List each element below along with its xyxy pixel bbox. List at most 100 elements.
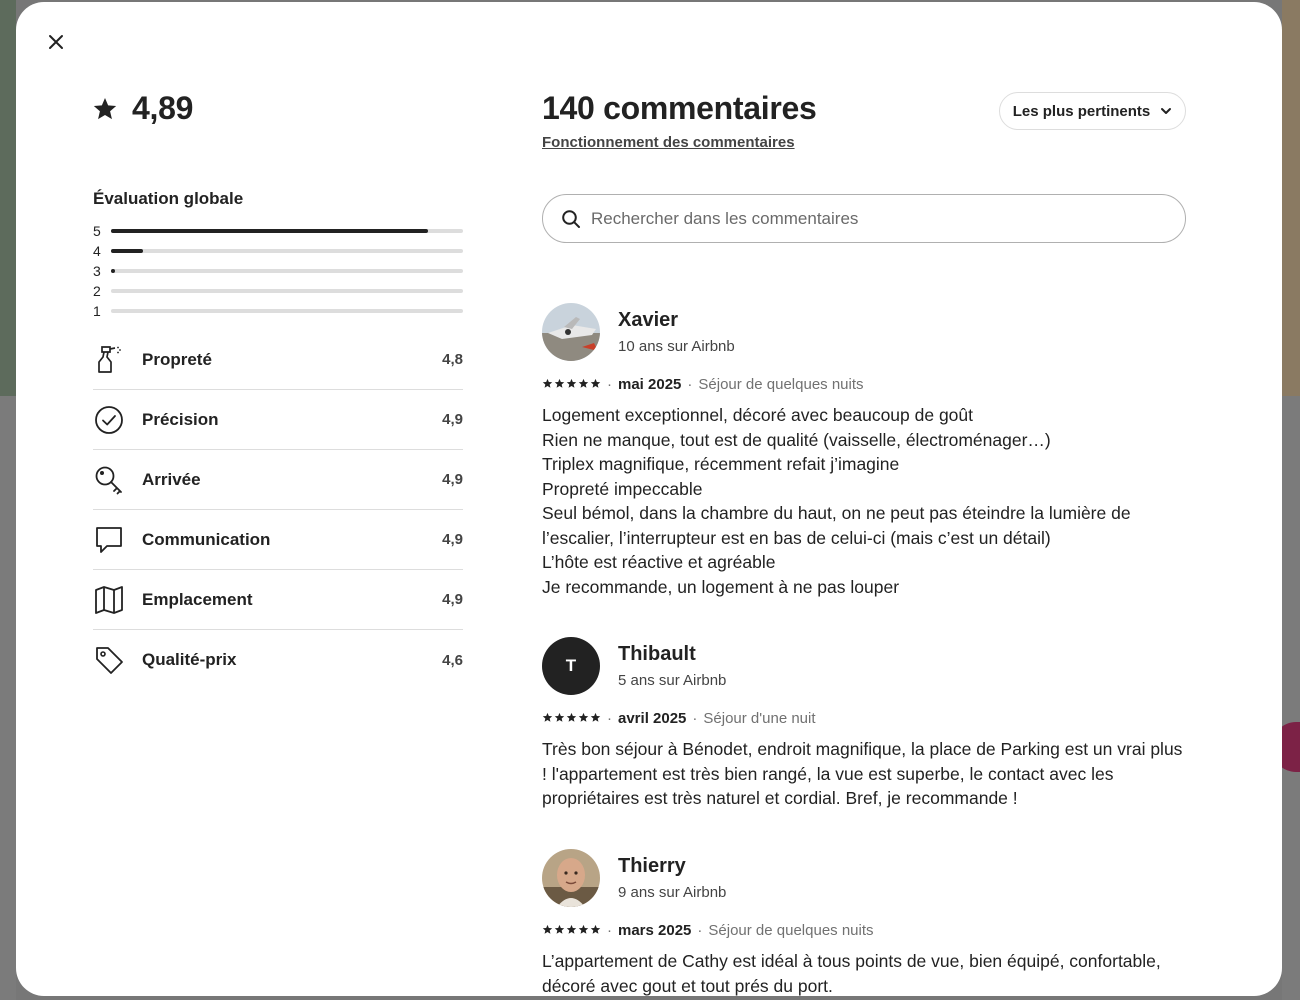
- reviews-count-title: 140 commentaires: [542, 90, 817, 126]
- review-body: Logement exceptionnel, décoré avec beauc…: [542, 403, 1192, 599]
- search-input[interactable]: [591, 208, 1151, 229]
- category-row: Communication 4,9: [93, 510, 463, 570]
- review-text-line: L’appartement de Cathy est idéal à tous …: [542, 951, 1161, 971]
- rating-distribution-bar: [111, 269, 463, 273]
- rating-distribution-label: 4: [93, 243, 101, 259]
- map-icon: [93, 584, 125, 616]
- modal-scrollbar[interactable]: [1280, 98, 1282, 996]
- category-row: Propreté 4,8: [93, 330, 463, 390]
- review-body: L’appartement de Cathy est idéal à tous …: [542, 949, 1192, 996]
- backdrop-content-left: [0, 396, 16, 1000]
- category-label: Qualité-prix: [142, 650, 237, 669]
- separator-dot: ·: [607, 922, 612, 939]
- rating-distribution-row: 1: [93, 301, 463, 321]
- separator-dot: ·: [692, 710, 698, 727]
- rating-summary: 4,89: [92, 90, 193, 127]
- star-icon: [566, 922, 577, 939]
- review-stay-type: Séjour de quelques nuits: [708, 922, 874, 939]
- star-icon: [554, 922, 565, 939]
- star-icon: [554, 710, 565, 727]
- rating-distribution: 5 4 3 2 1: [93, 221, 463, 321]
- separator-dot: ·: [607, 376, 612, 393]
- category-label: Arrivée: [142, 469, 201, 489]
- reviews-modal: 4,89 Évaluation globale 5 4 3 2 1 Propreté 4,…: [16, 2, 1282, 996]
- reviewer-tenure: 10 ans sur Airbnb: [618, 338, 735, 355]
- category-score: 4,9: [442, 471, 463, 488]
- check-circle-icon: [93, 404, 125, 436]
- review-text-line: Logement exceptionnel, décoré avec beauc…: [542, 405, 974, 425]
- review-text-line: Très bon séjour à Bénodet, endroit magni…: [542, 739, 1183, 759]
- review-stars: [542, 376, 601, 393]
- chat-bubble-icon: [93, 524, 125, 556]
- star-icon: [590, 922, 601, 939]
- backdrop-content-right: [1282, 396, 1300, 1000]
- review-header: Thierry 9 ans sur Airbnb: [542, 848, 1192, 908]
- category-score: 4,9: [442, 591, 463, 608]
- category-row: Arrivée 4,9: [93, 450, 463, 510]
- star-icon: [554, 376, 565, 393]
- close-icon: [49, 35, 63, 49]
- avatar[interactable]: [542, 303, 600, 361]
- review-text-line: ! l'appartement est très bien rangé, la …: [542, 763, 1114, 784]
- star-icon: [542, 710, 553, 727]
- category-ratings: Propreté 4,8 Précision 4,9 Arrivée 4,9 Communi…: [93, 330, 463, 690]
- key-icon: [93, 464, 125, 496]
- star-icon: [578, 376, 589, 393]
- price-tag-icon: [93, 644, 125, 676]
- how-reviews-work-link[interactable]: Fonctionnement des commentaires: [542, 134, 795, 151]
- review-item: Xavier 10 ans sur Airbnb · mai 2025 · Séjour …: [542, 302, 1192, 599]
- sort-dropdown[interactable]: Les plus pertinents: [999, 92, 1186, 130]
- avatar[interactable]: T: [542, 637, 600, 695]
- category-row: Qualité-prix 4,6: [93, 630, 463, 690]
- reviewer-tenure: 5 ans sur Airbnb: [618, 672, 727, 689]
- star-icon: [566, 710, 577, 727]
- review-text-line: Rien ne manque, tout est de qualité (vai…: [542, 429, 1051, 450]
- category-row: Emplacement 4,9: [93, 570, 463, 630]
- category-score: 4,9: [442, 411, 463, 428]
- review-text-line: Je recommande, un logement à ne pas loup…: [542, 576, 900, 597]
- rating-distribution-fill: [111, 269, 115, 273]
- star-icon: [566, 376, 577, 393]
- spray-bottle-icon: [93, 344, 125, 376]
- category-label: Communication: [142, 529, 271, 549]
- star-icon: [542, 376, 553, 393]
- backdrop-photo-right: [1282, 0, 1300, 396]
- review-date: mars 2025: [618, 922, 692, 939]
- category-label: Propreté: [142, 349, 212, 369]
- reviewer-name: Thierry: [618, 855, 686, 877]
- review-item: T Thibault 5 ans sur Airbnb · avril 2025 · Séj…: [542, 636, 1192, 811]
- review-text-line: Triplex magnifique, récemment refait j’i…: [542, 454, 900, 474]
- chevron-down-icon: [1161, 108, 1172, 114]
- separator-dot: ·: [687, 376, 693, 393]
- category-score: 4,6: [442, 651, 463, 669]
- category-label: Emplacement: [142, 589, 253, 609]
- rating-distribution-label: 1: [93, 303, 101, 319]
- review-search-box[interactable]: [542, 194, 1186, 243]
- backdrop-photo-left: [0, 0, 16, 396]
- rating-distribution-label: 5: [93, 223, 101, 239]
- review-date: mai 2025: [618, 376, 682, 393]
- overall-rating-title: Évaluation globale: [93, 189, 244, 208]
- review-header: T Thibault 5 ans sur Airbnb: [542, 636, 1192, 696]
- review-text-line: L’hôte est réactive et agréable: [542, 552, 776, 572]
- rating-distribution-fill: [111, 249, 143, 253]
- avatar[interactable]: [542, 849, 600, 907]
- overall-rating: 4,89: [132, 90, 194, 126]
- sort-label: Les plus pertinents: [1012, 102, 1151, 120]
- review-stars: [542, 710, 601, 727]
- review-meta: · mars 2025 · Séjour de quelques nuits: [542, 922, 1192, 939]
- star-icon: [578, 922, 589, 939]
- review-header: Xavier 10 ans sur Airbnb: [542, 302, 1192, 362]
- star-icon: [93, 97, 117, 119]
- review-text-line: Propreté impeccable: [542, 478, 703, 499]
- review-text-line: l’escalier, l’interrupteur est en bas de…: [542, 527, 1051, 548]
- review-meta: · avril 2025 · Séjour d'une nuit: [542, 710, 1192, 727]
- star-icon: [578, 710, 589, 727]
- rating-distribution-bar: [111, 309, 463, 313]
- review-stars: [542, 922, 601, 939]
- review-text-line: Seul bémol, dans la chambre du haut, on …: [542, 503, 1131, 523]
- close-button[interactable]: [40, 26, 72, 58]
- category-score: 4,9: [442, 531, 463, 548]
- rating-distribution-bar: [111, 229, 463, 233]
- rating-distribution-label: 3: [93, 263, 101, 279]
